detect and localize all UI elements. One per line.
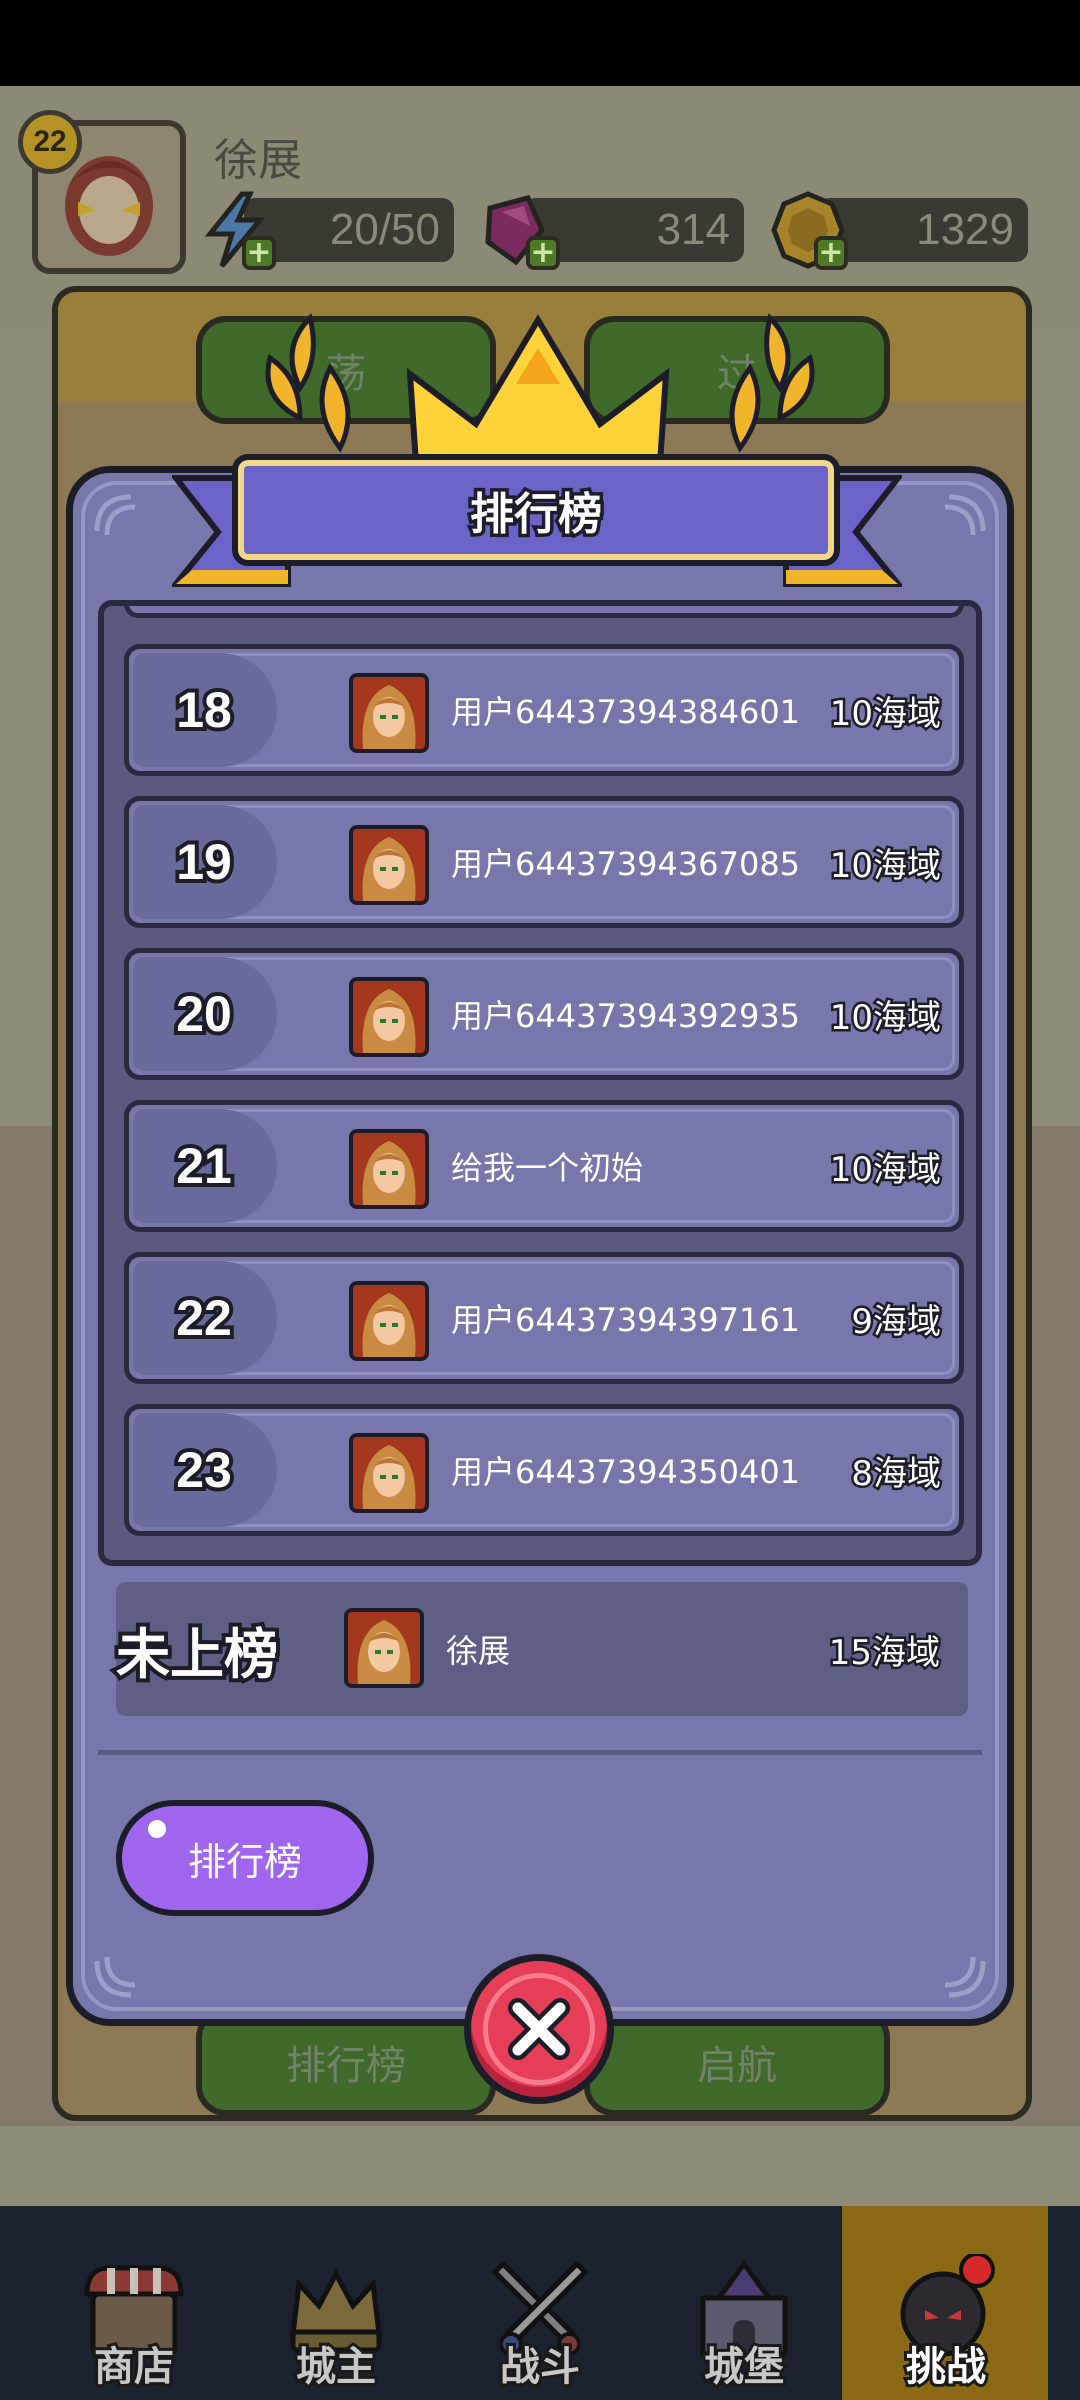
player-name: 徐展 xyxy=(214,135,302,186)
player-name: 用户64437394397161 xyxy=(451,1301,801,1339)
rank-number: 18 xyxy=(172,678,236,742)
player-name: 用户64437394350401 xyxy=(451,1453,801,1491)
player-name: 用户64437394392935 xyxy=(451,997,801,1035)
score: 9海域 xyxy=(849,1299,944,1344)
corner-ornament-icon xyxy=(94,494,136,536)
score: 8海域 xyxy=(849,1451,944,1496)
rank-number: 22 xyxy=(172,1286,236,1350)
row-avatar xyxy=(349,673,429,753)
hero-portrait-icon xyxy=(348,1612,420,1684)
coin-counter: 1329 xyxy=(818,198,1028,262)
corner-ornament-icon xyxy=(94,1956,136,1998)
hero-portrait-icon xyxy=(353,677,425,749)
my-avatar xyxy=(344,1608,424,1688)
my-rank-label: 未上榜 xyxy=(112,1619,282,1690)
corner-ornament-icon xyxy=(944,494,986,536)
close-icon xyxy=(508,1998,570,2060)
hero-portrait-icon xyxy=(353,1133,425,1205)
nav-label-castle: 城堡 xyxy=(701,2341,787,2393)
hero-portrait-icon xyxy=(353,1285,425,1357)
score: 10海域 xyxy=(827,843,943,888)
rank-number: 20 xyxy=(172,982,236,1046)
bottom-nav: 商店 城主 战斗 城堡 挑战 xyxy=(0,2206,1080,2400)
score: 10海域 xyxy=(827,995,943,1040)
nav-item-battle[interactable]: 战斗 xyxy=(440,2206,640,2400)
row-avatar xyxy=(349,1433,429,1513)
player-name: 用户64437394384601 xyxy=(451,693,801,731)
corner-ornament-icon xyxy=(944,1956,986,1998)
add-coin-button[interactable]: + xyxy=(814,236,848,270)
add-gem-button[interactable]: + xyxy=(526,236,560,270)
nav-item-castle[interactable]: 城堡 xyxy=(644,2206,844,2400)
my-score: 15海域 xyxy=(826,1630,942,1675)
nav-label-challenge: 挑战 xyxy=(903,2341,989,2393)
leaderboard-row[interactable]: 18 用户64437394384601 10海域 xyxy=(124,644,964,776)
status-bar xyxy=(0,0,1080,86)
add-energy-button[interactable]: + xyxy=(242,236,276,270)
leaderboard-row[interactable]: 20 用户64437394392935 10海域 xyxy=(124,948,964,1080)
hero-portrait-icon xyxy=(353,829,425,901)
leaderboard-row[interactable]: 22 用户64437394397161 9海域 xyxy=(124,1252,964,1384)
leaderboard-list[interactable]: 18 用户64437394384601 10海域 19 用户6443739436… xyxy=(98,600,982,1566)
score: 10海域 xyxy=(827,1147,943,1192)
score: 10海域 xyxy=(827,691,943,736)
nav-item-lord[interactable]: 城主 xyxy=(236,2206,436,2400)
divider xyxy=(98,1750,982,1755)
hero-portrait-icon xyxy=(353,981,425,1053)
leaderboard-row[interactable]: 23 用户64437394350401 8海域 xyxy=(124,1404,964,1536)
title-ribbon: 排行榜 xyxy=(172,448,902,598)
leaderboard-row[interactable]: 19 用户64437394367085 10海域 xyxy=(124,796,964,928)
leaderboard-row[interactable]: 21 给我一个初始 10海域 xyxy=(124,1100,964,1232)
rank-number: 23 xyxy=(172,1438,236,1502)
top-hud: 22 徐展 20/50 + 314 + 1329 + xyxy=(0,86,1080,286)
nav-item-shop[interactable]: 商店 xyxy=(34,2206,234,2400)
close-button[interactable] xyxy=(464,1954,614,2104)
nav-label-shop: 商店 xyxy=(91,2341,177,2393)
row-avatar xyxy=(349,825,429,905)
player-name: 用户64437394367085 xyxy=(451,845,801,883)
popup-title: 排行榜 xyxy=(467,486,606,544)
row-avatar xyxy=(349,1129,429,1209)
my-rank-row: 未上榜 徐展 15海域 xyxy=(112,1582,968,1716)
nav-label-battle: 战斗 xyxy=(497,2341,583,2393)
row-avatar xyxy=(349,977,429,1057)
nav-item-challenge[interactable]: 挑战 xyxy=(846,2206,1046,2400)
rank-number: 19 xyxy=(172,830,236,894)
leaderboard-tab-button[interactable]: 排行榜 xyxy=(116,1800,374,1916)
player-level-badge: 22 xyxy=(18,110,82,174)
hero-portrait-icon xyxy=(353,1437,425,1509)
my-player-name: 徐展 xyxy=(446,1632,511,1670)
player-name: 给我一个初始 xyxy=(451,1149,644,1187)
rank-number: 21 xyxy=(172,1134,236,1198)
row-avatar xyxy=(349,1281,429,1361)
nav-label-lord: 城主 xyxy=(293,2341,379,2393)
leaderboard-tab-label: 排行榜 xyxy=(187,1839,302,1884)
